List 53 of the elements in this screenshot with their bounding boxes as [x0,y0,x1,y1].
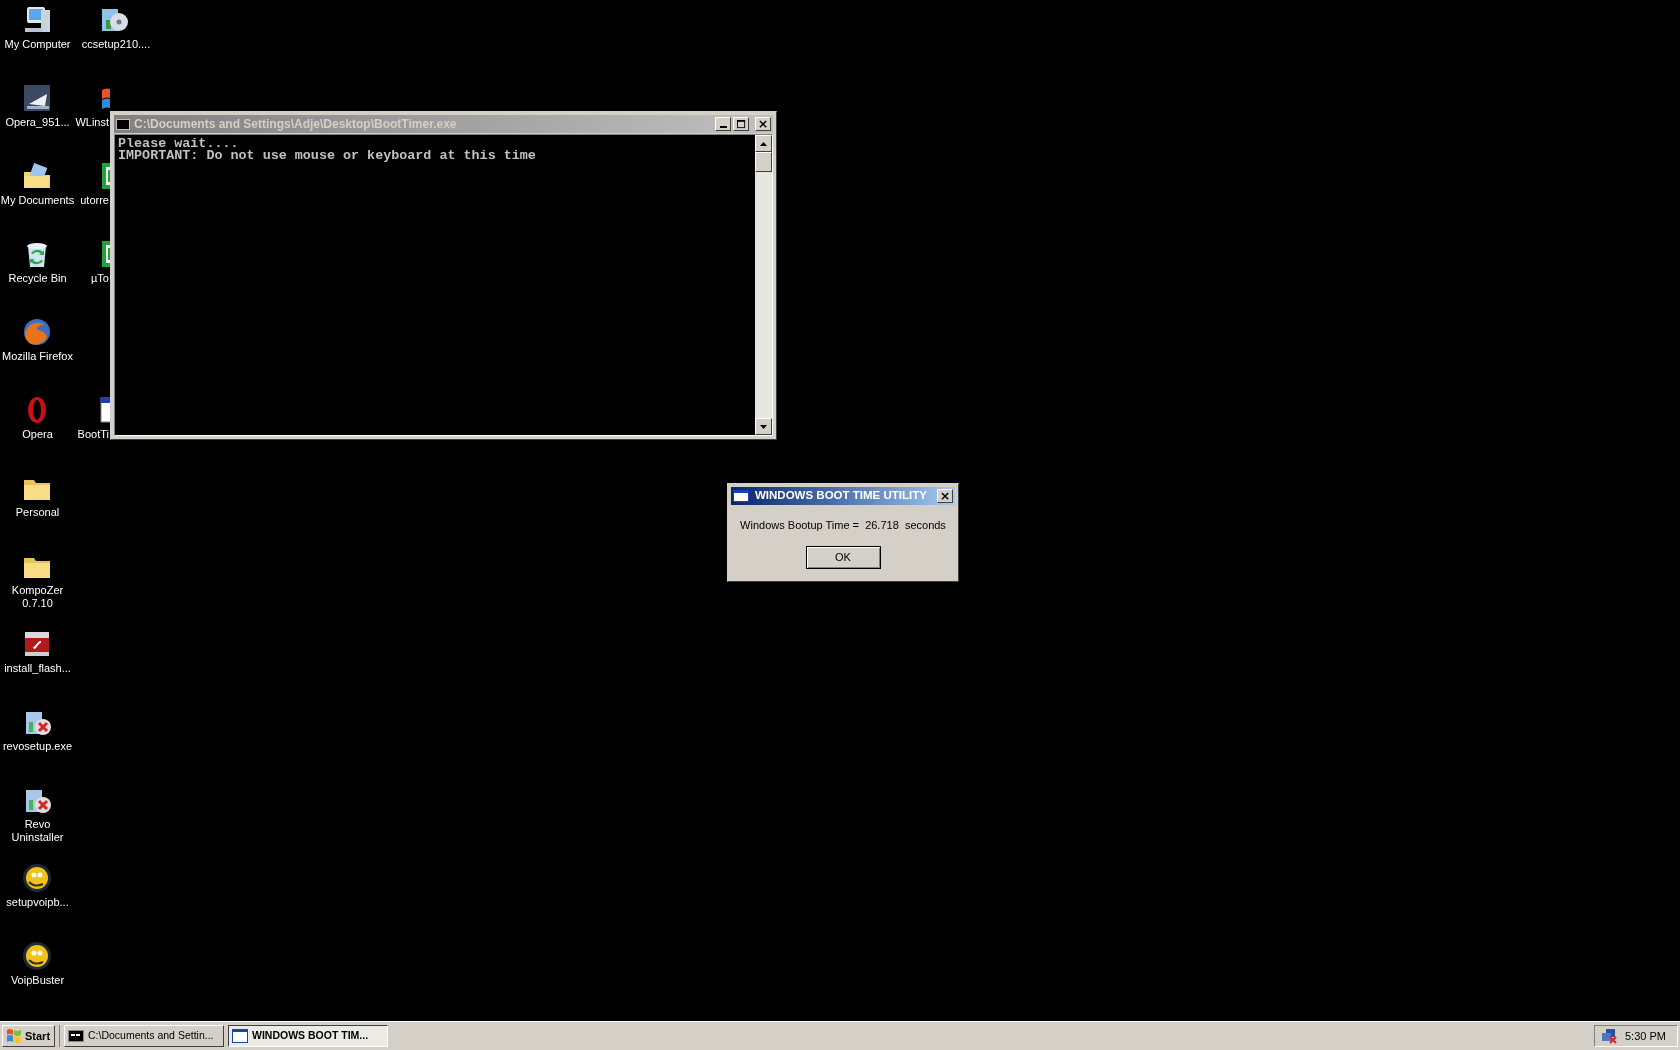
window-icon[interactable] [97,394,110,426]
console-icon [68,1030,84,1042]
icon-label: Opera [21,428,54,441]
icon-label: Revo Uninstaller [10,818,65,844]
scrollbar[interactable] [755,135,772,435]
icon-label: WLinst [75,116,109,129]
message-text: Windows Bootup Time = 26.718 seconds [739,518,947,533]
icon-label: VoipBuster [9,974,66,987]
window-icon [733,490,749,502]
icon-label: Personal [14,506,61,519]
clock: 5:30 PM [1625,1028,1666,1044]
sailboat-icon[interactable] [21,82,53,114]
icon-label: utorre [80,194,109,207]
icon-label: My Computer [3,38,72,51]
window-icon [232,1029,248,1043]
window-title: WINDOWS BOOT TIME UTILITY [755,488,928,504]
close-button[interactable] [755,117,771,131]
close-icon [940,491,950,501]
ok-button[interactable]: OK [805,545,881,569]
smiley-icon[interactable] [21,862,53,894]
icon-label: Opera_951... [4,116,71,129]
icon-label: ccsetup210.... [80,38,152,51]
network-icon[interactable] [1601,1028,1617,1044]
globe-icon[interactable] [21,316,53,348]
window-title: C:\Documents and Settings\Adje\Desktop\BootTimer.exe [134,116,458,133]
icon-label: My Documents [0,194,75,207]
icon-label: Recycle Bin [7,272,68,285]
console-line: IMPORTANT: Do not use mouse or keyboard at this time [118,150,537,162]
icon-label: setupvoipb... [5,896,70,909]
maximize-button[interactable] [733,117,749,131]
console-icon [116,118,130,130]
minimize-icon [719,126,727,128]
taskbar-button[interactable]: C:\Documents and Settin... [64,1025,224,1047]
icon-label: revosetup.exe [1,740,74,753]
icon-label: Mozilla Firefox [1,350,74,363]
down-arrow-icon [760,424,767,429]
smiley-icon[interactable] [21,940,53,972]
scroll-up-button[interactable] [755,135,772,152]
icon-label: install_flash... [3,662,72,675]
maximize-icon [736,119,746,129]
icon-label: BootTi [77,428,109,441]
console-line: Please wait.... [118,138,239,150]
start-button[interactable]: Start [2,1025,55,1047]
scroll-thumb[interactable] [755,152,772,172]
taskbar-button[interactable]: WINDOWS BOOT TIM... [228,1025,388,1047]
windows-flag-icon [6,1029,22,1043]
icon-label: KompoZer 0.7.10 [10,584,65,610]
close-icon [758,119,768,129]
icon-label: µTo [91,272,109,285]
up-arrow-icon [760,141,767,146]
scroll-down-button[interactable] [755,418,772,435]
close-button[interactable] [937,489,953,503]
minimize-button[interactable] [715,117,731,131]
